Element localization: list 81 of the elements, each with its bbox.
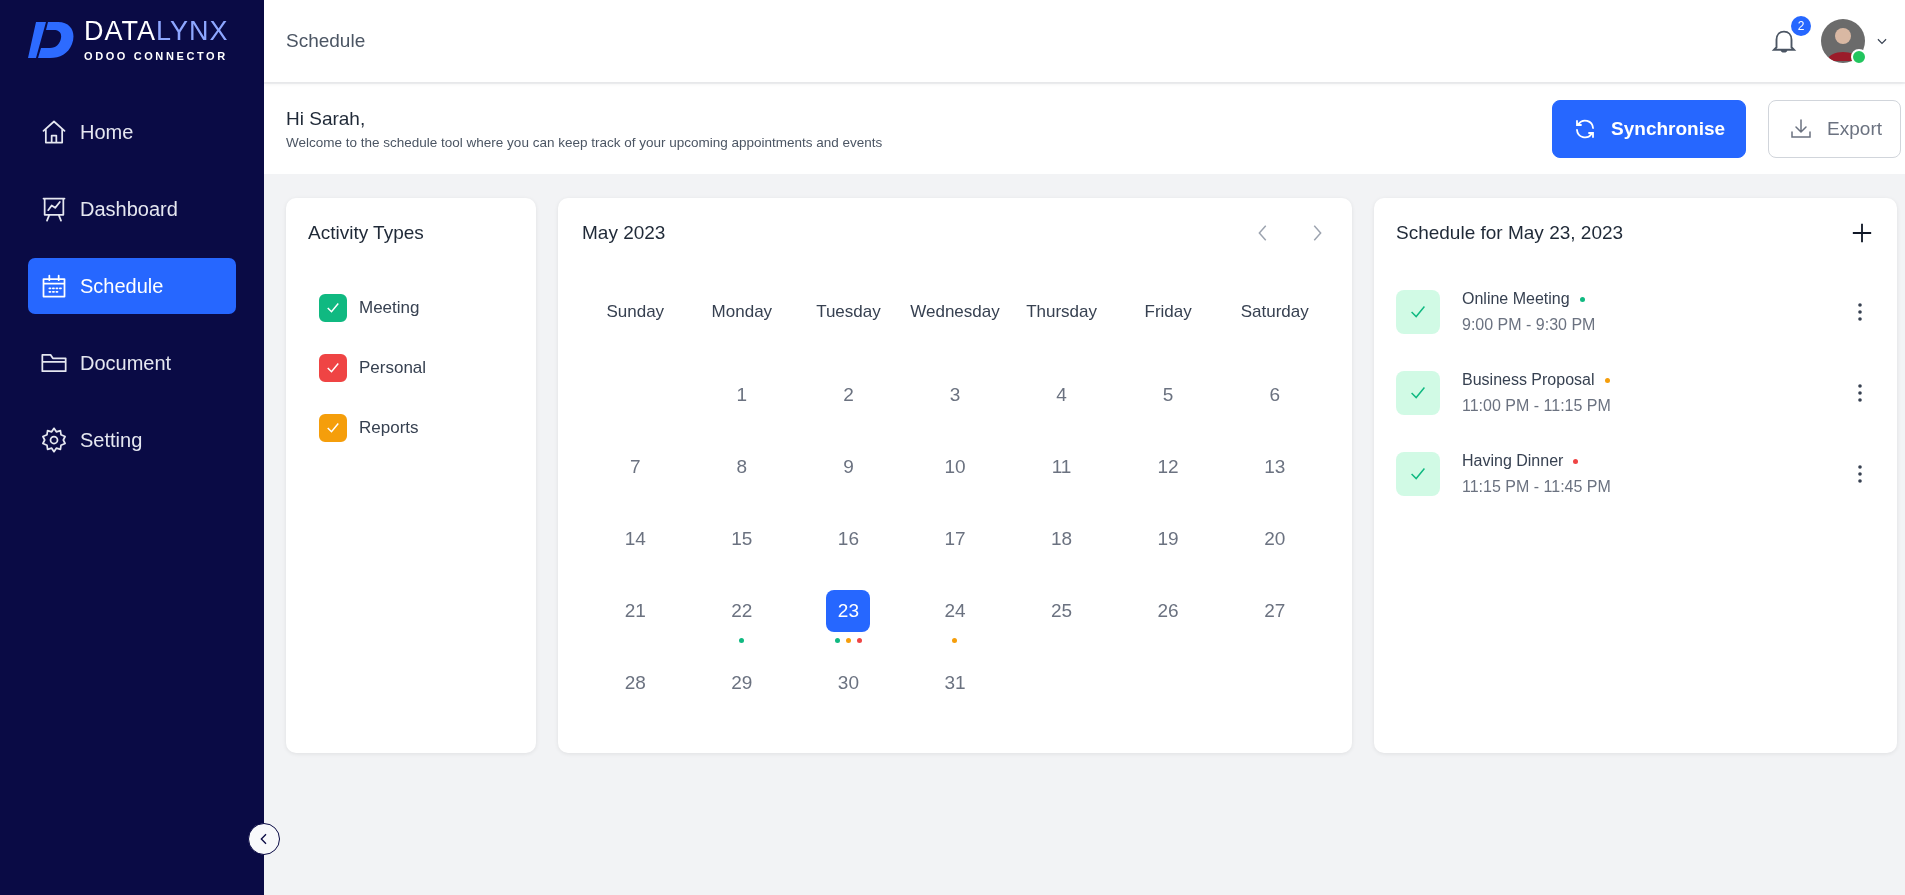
sidebar-item[interactable]: Schedule bbox=[28, 258, 236, 314]
notification-badge: 2 bbox=[1791, 16, 1811, 36]
calendar-day[interactable]: 21 bbox=[613, 590, 658, 632]
calendar-day[interactable]: 1 bbox=[719, 374, 764, 416]
weekday-label: Friday bbox=[1143, 302, 1193, 323]
event-checkbox[interactable] bbox=[1396, 452, 1440, 496]
event-time: 11:15 PM - 11:45 PM bbox=[1462, 478, 1612, 496]
event-title: Business Proposal bbox=[1462, 371, 1595, 389]
calendar-day[interactable]: 5 bbox=[1146, 374, 1191, 416]
calendar-day[interactable]: 20 bbox=[1252, 518, 1297, 560]
event-title: Having Dinner bbox=[1462, 452, 1564, 470]
schedule-title: Schedule for May 23, 2023 bbox=[1396, 222, 1624, 244]
weekday-label: Monday bbox=[710, 302, 774, 323]
calendar-day[interactable]: 18 bbox=[1039, 518, 1084, 560]
home-icon bbox=[40, 118, 68, 146]
more-options-icon[interactable] bbox=[1857, 464, 1863, 484]
avatar[interactable] bbox=[1821, 19, 1865, 63]
calendar-day[interactable]: 10 bbox=[933, 446, 977, 488]
calendar-day[interactable]: 7 bbox=[613, 446, 658, 488]
weekday-label: Tuesday bbox=[815, 302, 882, 323]
event-checkbox[interactable] bbox=[1396, 371, 1440, 415]
sidebar-item[interactable]: Dashboard bbox=[28, 181, 236, 237]
greeting-subtitle: Welcome to the schedule tool where you can keep track of your upcoming appointments and events bbox=[286, 135, 883, 150]
brand-tagline: ODOO CONNECTOR bbox=[84, 50, 229, 62]
calendar-day[interactable]: 9 bbox=[826, 446, 871, 488]
calendar-day[interactable]: 25 bbox=[1039, 590, 1084, 632]
event-title: Online Meeting bbox=[1462, 290, 1570, 308]
add-icon[interactable] bbox=[1851, 222, 1873, 244]
calendar-day[interactable]: 12 bbox=[1146, 446, 1191, 488]
activity-label: Personal bbox=[359, 358, 427, 378]
calendar-icon bbox=[40, 272, 68, 300]
calendar-day[interactable]: 4 bbox=[1039, 374, 1084, 416]
activity-checkbox[interactable] bbox=[319, 414, 347, 442]
greeting-title: Hi Sarah, bbox=[286, 108, 367, 130]
calendar-day[interactable]: 23 bbox=[826, 590, 871, 632]
calendar-day[interactable]: 11 bbox=[1039, 446, 1084, 488]
calendar-day[interactable]: 26 bbox=[1146, 590, 1191, 632]
calendar-day[interactable]: 24 bbox=[933, 590, 977, 632]
calendar-day[interactable]: 14 bbox=[613, 518, 658, 560]
weekday-label: Saturday bbox=[1239, 302, 1310, 323]
calendar-day[interactable]: 8 bbox=[719, 446, 764, 488]
calendar-day[interactable]: 2 bbox=[826, 374, 871, 416]
calendar-day[interactable]: 15 bbox=[719, 518, 764, 560]
calendar-day[interactable]: 28 bbox=[613, 662, 658, 704]
settings-icon bbox=[40, 426, 68, 454]
collapse-button[interactable] bbox=[248, 823, 280, 855]
calendar-day[interactable]: 3 bbox=[933, 374, 977, 416]
sidebar-item[interactable]: Home bbox=[28, 104, 236, 160]
activity-label: Reports bbox=[359, 418, 419, 438]
event-time: 9:00 PM - 9:30 PM bbox=[1462, 316, 1597, 334]
event-time: 11:00 PM - 11:15 PM bbox=[1462, 397, 1612, 415]
month-title: May 2023 bbox=[582, 222, 666, 244]
event-checkbox[interactable] bbox=[1396, 290, 1440, 334]
sidebar-item[interactable]: Document bbox=[28, 335, 236, 391]
download-icon bbox=[1789, 117, 1814, 141]
sidebar-item[interactable]: Setting bbox=[28, 412, 236, 468]
weekday-label: Wednesday bbox=[909, 302, 1001, 323]
page-title: Schedule bbox=[286, 30, 366, 52]
calendar-day[interactable]: 22 bbox=[719, 590, 764, 632]
calendar-day[interactable]: 30 bbox=[826, 662, 871, 704]
calendar-day[interactable]: 29 bbox=[719, 662, 764, 704]
chart-board-icon bbox=[40, 195, 68, 223]
activity-label: Meeting bbox=[359, 298, 420, 318]
calendar-day[interactable]: 16 bbox=[826, 518, 871, 560]
calendar-day[interactable]: 27 bbox=[1252, 590, 1297, 632]
calendar-day[interactable]: 17 bbox=[933, 518, 977, 560]
more-options-icon[interactable] bbox=[1857, 302, 1863, 322]
activity-checkbox[interactable] bbox=[319, 354, 347, 382]
activity-checkbox[interactable] bbox=[319, 294, 347, 322]
calendar-day[interactable]: 13 bbox=[1252, 446, 1297, 488]
weekday-label: Thursday bbox=[1025, 302, 1098, 323]
brand-name: DATALYNX bbox=[84, 18, 229, 45]
weekday-label: Sunday bbox=[605, 302, 666, 323]
card-title: Activity Types bbox=[308, 222, 425, 244]
calendar-day[interactable]: 19 bbox=[1146, 518, 1191, 560]
synchronise-button[interactable]: Synchronise bbox=[1552, 100, 1747, 158]
calendar-day[interactable]: 6 bbox=[1252, 374, 1297, 416]
logo-icon bbox=[28, 20, 74, 60]
more-options-icon[interactable] bbox=[1857, 383, 1863, 403]
export-button[interactable]: Export bbox=[1768, 100, 1901, 158]
calendar-day[interactable]: 31 bbox=[933, 662, 977, 704]
